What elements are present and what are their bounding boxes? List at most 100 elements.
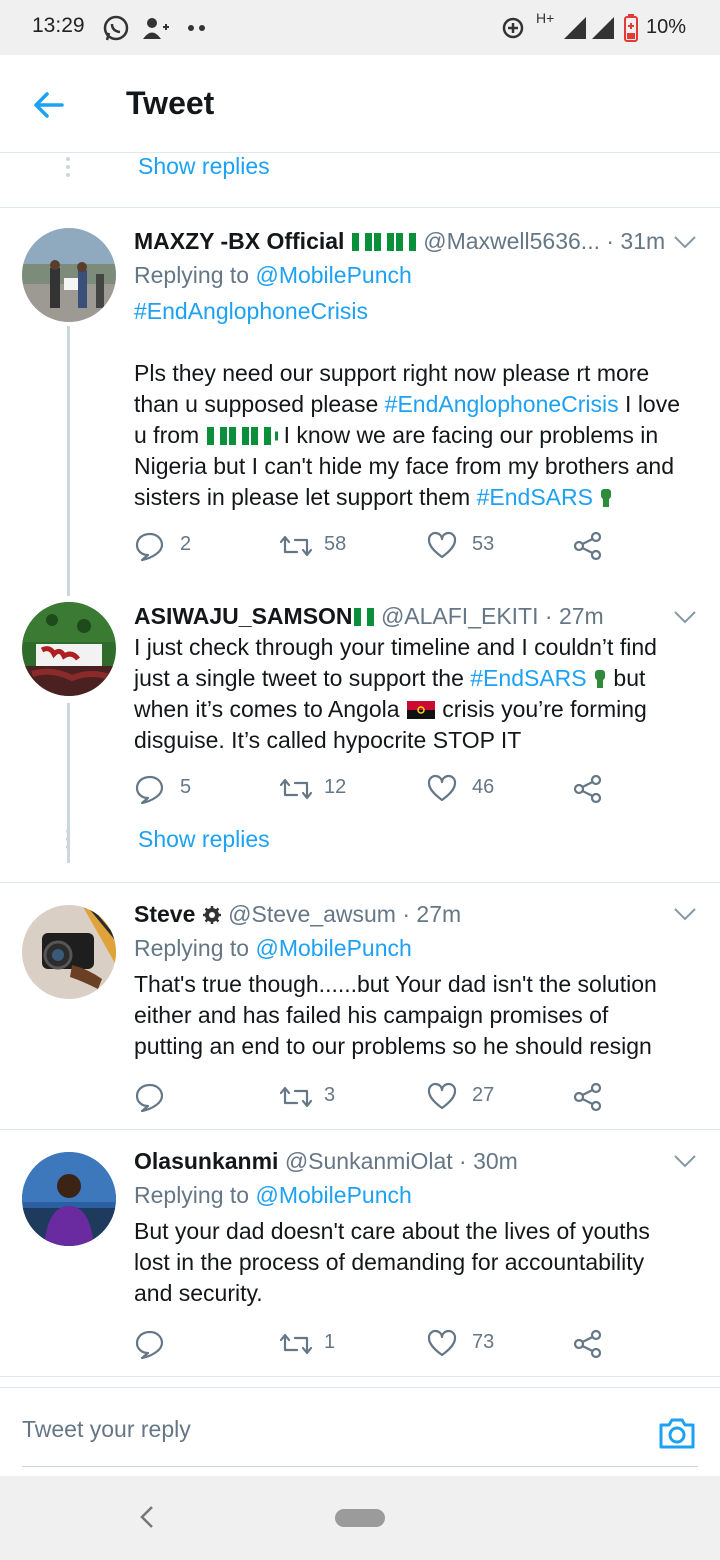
network-type: H+ (536, 10, 555, 26)
status-time: 13:29 (32, 14, 85, 37)
display-name[interactable]: MAXZY -BX Official (134, 228, 344, 254)
nav-home-pill[interactable] (335, 1509, 385, 1527)
retweet-button[interactable]: 3 (278, 1079, 358, 1115)
divider (0, 1376, 720, 1377)
nigeria-flag-emoji (351, 228, 417, 254)
thread-dots (66, 829, 70, 853)
share-button[interactable] (572, 1079, 608, 1115)
back-arrow-icon[interactable] (28, 85, 68, 125)
share-button[interactable] (572, 528, 608, 564)
tweet-header: ASIWAJU_SAMSON @ALAFI_EKITI · 27m (134, 601, 674, 631)
like-count: 73 (472, 1331, 495, 1353)
mention-link[interactable]: @MobilePunch (255, 935, 411, 961)
page-title: Tweet (126, 85, 215, 121)
handle[interactable]: @ALAFI_EKITI (381, 603, 539, 629)
share-icon (573, 1082, 602, 1112)
reply-underline (22, 1466, 698, 1467)
timestamp: · 27m (544, 603, 604, 629)
retweet-count: 3 (324, 1084, 336, 1106)
reply-button[interactable]: 2 (134, 528, 214, 564)
like-button[interactable]: 53 (426, 528, 506, 564)
camera-icon[interactable] (657, 1415, 697, 1451)
mention-link[interactable]: @MobilePunch (255, 1182, 411, 1208)
reply-button[interactable]: 5 (134, 771, 214, 807)
avatar[interactable] (22, 905, 116, 999)
retweet-count: 12 (324, 776, 347, 798)
display-name[interactable]: ASIWAJU_SAMSON (134, 603, 353, 629)
reply-count: 5 (180, 776, 192, 798)
like-button[interactable]: 27 (426, 1079, 506, 1115)
like-button[interactable]: 73 (426, 1326, 506, 1362)
chevron-down-icon[interactable] (672, 608, 698, 626)
heart-icon (427, 774, 457, 802)
nigeria-flag-emoji (353, 603, 375, 629)
retweet-count: 1 (324, 1331, 336, 1353)
show-replies-link[interactable]: Show replies (138, 153, 270, 180)
share-button[interactable] (572, 1326, 608, 1362)
retweet-button[interactable]: 58 (278, 528, 358, 564)
chevron-down-icon[interactable] (672, 233, 698, 251)
display-name[interactable]: Steve (134, 901, 195, 927)
tweet-header: MAXZY -BX Official @Maxwell5636... · 31m (134, 226, 674, 256)
nigeria-flag-emoji (206, 422, 284, 448)
nav-back-icon[interactable] (138, 1504, 156, 1530)
hashtag-link[interactable]: #EndAnglophoneCrisis (385, 391, 619, 417)
share-icon (573, 774, 602, 804)
share-icon (573, 1329, 602, 1359)
share-button[interactable] (572, 771, 608, 807)
hashtag-link[interactable]: #EndSARS (470, 665, 586, 691)
hashtag-link[interactable]: #EndSARS (477, 484, 593, 510)
reply-button[interactable] (134, 1079, 214, 1115)
tweet-text: I just check through your timeline and I… (134, 634, 657, 660)
tweet-maxzy[interactable]: MAXZY -BX Official @Maxwell5636... · 31m… (0, 208, 720, 596)
data-saver-icon (502, 17, 524, 39)
handle[interactable]: @Steve_awsum (228, 901, 396, 927)
handle[interactable]: @SunkanmiOlat (285, 1148, 453, 1174)
like-button[interactable]: 46 (426, 771, 506, 807)
reply-composer: Tweet your reply (0, 1387, 720, 1475)
thread-line (67, 326, 70, 596)
tweet-text: Pls they need our support right now plea… (134, 360, 650, 386)
angola-flag-emoji (406, 701, 435, 719)
display-name[interactable]: Olasunkanmi (134, 1148, 278, 1174)
more-notifications-icon (188, 25, 205, 31)
reply-input[interactable]: Tweet your reply (22, 1416, 622, 1443)
timestamp: · 30m (459, 1148, 518, 1174)
tweet-olasunkanmi[interactable]: Olasunkanmi @SunkanmiOlat · 30m Replying… (0, 1130, 720, 1376)
tweet-text: and security. (134, 1280, 263, 1306)
reply-thread: Show replies MAXZY -BX Official @Maxwell… (0, 153, 720, 1385)
add-contact-icon (143, 18, 169, 39)
tweet-text: That's true though......but Your dad isn… (134, 971, 657, 997)
heart-icon (427, 1082, 457, 1110)
gear-badge-icon (202, 906, 221, 924)
reply-icon (135, 1083, 164, 1113)
tweet-text: disguise. It’s called hypocrite STOP IT (134, 727, 522, 753)
retweet-button[interactable]: 12 (278, 771, 358, 807)
avatar[interactable] (22, 228, 116, 322)
avatar[interactable] (22, 602, 116, 696)
mention-link[interactable]: @MobilePunch (255, 262, 411, 288)
tweet-text: just a single tweet to support the #EndS… (134, 665, 646, 691)
tweet-text: when it’s comes to Angola crisis you’re … (134, 696, 647, 722)
show-replies-link[interactable]: Show replies (138, 826, 270, 853)
reply-button[interactable] (134, 1326, 214, 1362)
tweet-steve[interactable]: Steve @Steve_awsum · 27m Replying to @Mo… (0, 883, 720, 1129)
app-bar: Tweet (0, 55, 720, 153)
heart-icon (427, 1329, 457, 1357)
hashtag-link[interactable]: #EndAnglophoneCrisis (134, 296, 694, 327)
handle[interactable]: @Maxwell5636... (423, 228, 600, 254)
chevron-down-icon[interactable] (672, 1152, 698, 1170)
retweet-button[interactable]: 1 (278, 1326, 358, 1362)
chevron-down-icon[interactable] (672, 905, 698, 923)
tweet-text: But your dad doesn't care about the live… (134, 1218, 650, 1244)
raised-fist-emoji (601, 489, 612, 507)
whatsapp-icon (103, 15, 129, 41)
tweet-actions: 1 73 (134, 1326, 614, 1362)
replying-to: Replying to @MobilePunch (134, 262, 412, 288)
tweet-actions: 5 12 46 (134, 771, 614, 807)
like-count: 27 (472, 1084, 495, 1106)
retweet-count: 58 (324, 533, 347, 555)
tweet-actions: 3 27 (134, 1079, 614, 1115)
avatar[interactable] (22, 1152, 116, 1246)
tweet-asiwaju[interactable]: ASIWAJU_SAMSON @ALAFI_EKITI · 27m I just… (0, 588, 720, 888)
